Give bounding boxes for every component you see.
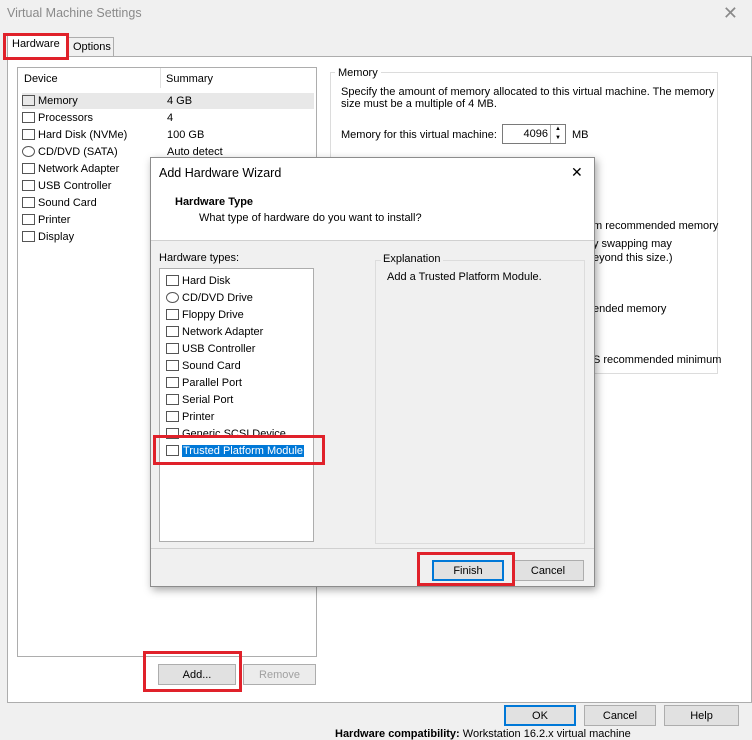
printer-icon <box>22 214 35 225</box>
printer-icon <box>166 411 179 422</box>
device-summary: 4 <box>167 112 174 124</box>
tab-options[interactable]: Options <box>68 37 114 58</box>
wizard-cancel-button[interactable]: Cancel <box>512 560 584 581</box>
hard-disk-icon <box>166 275 179 286</box>
device-row-memory[interactable]: Memory 4 GB <box>22 93 314 109</box>
column-separator <box>160 68 161 88</box>
explanation-title: Explanation <box>381 253 443 265</box>
memory-desc-line2: size must be a multiple of 4 MB. <box>341 98 497 110</box>
explanation-group <box>375 260 585 544</box>
device-summary: 4 GB <box>167 95 193 107</box>
hw-type-label: Floppy Drive <box>182 309 244 321</box>
processor-icon <box>22 112 35 123</box>
hw-type-label: Parallel Port <box>182 377 242 389</box>
network-adapter-icon <box>166 326 179 337</box>
device-name: Hard Disk (NVMe) <box>38 129 128 141</box>
device-name: Network Adapter <box>38 163 120 175</box>
hw-type-serial-port[interactable]: Serial Port <box>166 392 233 408</box>
floppy-icon <box>166 309 179 320</box>
wizard-close-button[interactable]: ✕ <box>571 164 583 181</box>
memory-size-input[interactable]: 4096 ▲ ▼ <box>502 124 566 144</box>
device-name: CD/DVD (SATA) <box>38 146 118 158</box>
help-button[interactable]: Help <box>664 705 739 726</box>
cd-dvd-icon <box>166 292 179 303</box>
highlight-tpm-item <box>153 435 325 465</box>
memory-desc-line1: Specify the amount of memory allocated t… <box>341 86 715 98</box>
swapping-note-text: y swapping may <box>593 238 672 250</box>
swapping-note-text-2: eyond this size.) <box>593 252 673 264</box>
display-icon <box>22 231 35 242</box>
hw-type-label: Network Adapter <box>182 326 264 338</box>
hw-type-label: CD/DVD Drive <box>182 292 253 304</box>
hw-type-label: Serial Port <box>182 394 234 406</box>
hw-type-hard-disk[interactable]: Hard Disk <box>166 273 230 289</box>
parallel-port-icon <box>166 377 179 388</box>
speaker-icon <box>166 360 179 371</box>
usb-icon <box>166 343 179 354</box>
compat-label: Hardware compatibility: <box>335 728 460 740</box>
device-summary: 100 GB <box>167 129 205 141</box>
hw-type-floppy-drive[interactable]: Floppy Drive <box>166 307 244 323</box>
highlight-add-button <box>143 651 242 692</box>
window-title: Virtual Machine Settings <box>7 6 142 20</box>
hw-type-network-adapter[interactable]: Network Adapter <box>166 324 263 340</box>
device-row-hard-disk[interactable]: Hard Disk (NVMe) 100 GB <box>22 127 314 143</box>
highlight-finish-button <box>417 552 515 586</box>
recommended-memory-text: m recommended memory <box>593 220 719 232</box>
hard-disk-icon <box>22 129 35 140</box>
window-close-button[interactable]: ✕ <box>723 3 738 24</box>
cd-dvd-icon <box>22 146 35 157</box>
hw-type-label: Printer <box>182 411 215 423</box>
wizard-heading: Hardware Type <box>175 196 254 208</box>
column-header-summary[interactable]: Summary <box>166 73 213 85</box>
memory-size-value: 4096 <box>523 128 548 140</box>
explanation-text: Add a Trusted Platform Module. <box>387 271 542 283</box>
compat-value: Workstation 16.2.x virtual machine <box>462 728 631 740</box>
wizard-title: Add Hardware Wizard <box>159 166 282 180</box>
hw-type-printer[interactable]: Printer <box>166 409 214 425</box>
network-adapter-icon <box>22 163 35 174</box>
column-header-device[interactable]: Device <box>24 73 58 85</box>
speaker-icon <box>22 197 35 208</box>
guest-recommended-memory-text: ended memory <box>593 303 667 315</box>
hw-type-label: Sound Card <box>182 360 241 372</box>
hardware-types-label: Hardware types: <box>159 252 240 264</box>
wizard-footer-divider <box>151 548 594 549</box>
cancel-button[interactable]: Cancel <box>584 705 656 726</box>
device-name: Memory <box>38 95 78 107</box>
highlight-hardware-tab <box>3 33 69 60</box>
usb-icon <box>22 180 35 191</box>
memory-description: Specify the amount of memory allocated t… <box>341 86 714 110</box>
device-name: Sound Card <box>38 197 97 209</box>
device-name: Display <box>38 231 75 243</box>
hw-type-usb-controller[interactable]: USB Controller <box>166 341 255 357</box>
minimum-memory-text: S recommended minimum <box>593 354 722 366</box>
ok-button[interactable]: OK <box>504 705 576 726</box>
device-name: Printer <box>38 214 71 226</box>
memory-group-title: Memory <box>335 67 381 79</box>
wizard-subheading: What type of hardware do you want to ins… <box>199 212 422 224</box>
hardware-compatibility: Hardware compatibility: Workstation 16.2… <box>335 728 631 740</box>
hw-type-label: USB Controller <box>182 343 256 355</box>
memory-spinner[interactable]: ▲ ▼ <box>550 125 565 143</box>
device-name: Processors <box>38 112 94 124</box>
hw-type-parallel-port[interactable]: Parallel Port <box>166 375 242 391</box>
hw-type-cd-dvd-drive[interactable]: CD/DVD Drive <box>166 290 253 306</box>
hw-type-label: Hard Disk <box>182 275 231 287</box>
memory-icon <box>22 95 35 106</box>
remove-hardware-button[interactable]: Remove <box>243 664 316 685</box>
device-row-processors[interactable]: Processors 4 <box>22 110 314 126</box>
device-name: USB Controller <box>38 180 112 192</box>
serial-port-icon <box>166 394 179 405</box>
memory-unit-label: MB <box>572 129 589 141</box>
hw-type-sound-card[interactable]: Sound Card <box>166 358 241 374</box>
memory-field-label: Memory for this virtual machine: <box>341 129 497 141</box>
